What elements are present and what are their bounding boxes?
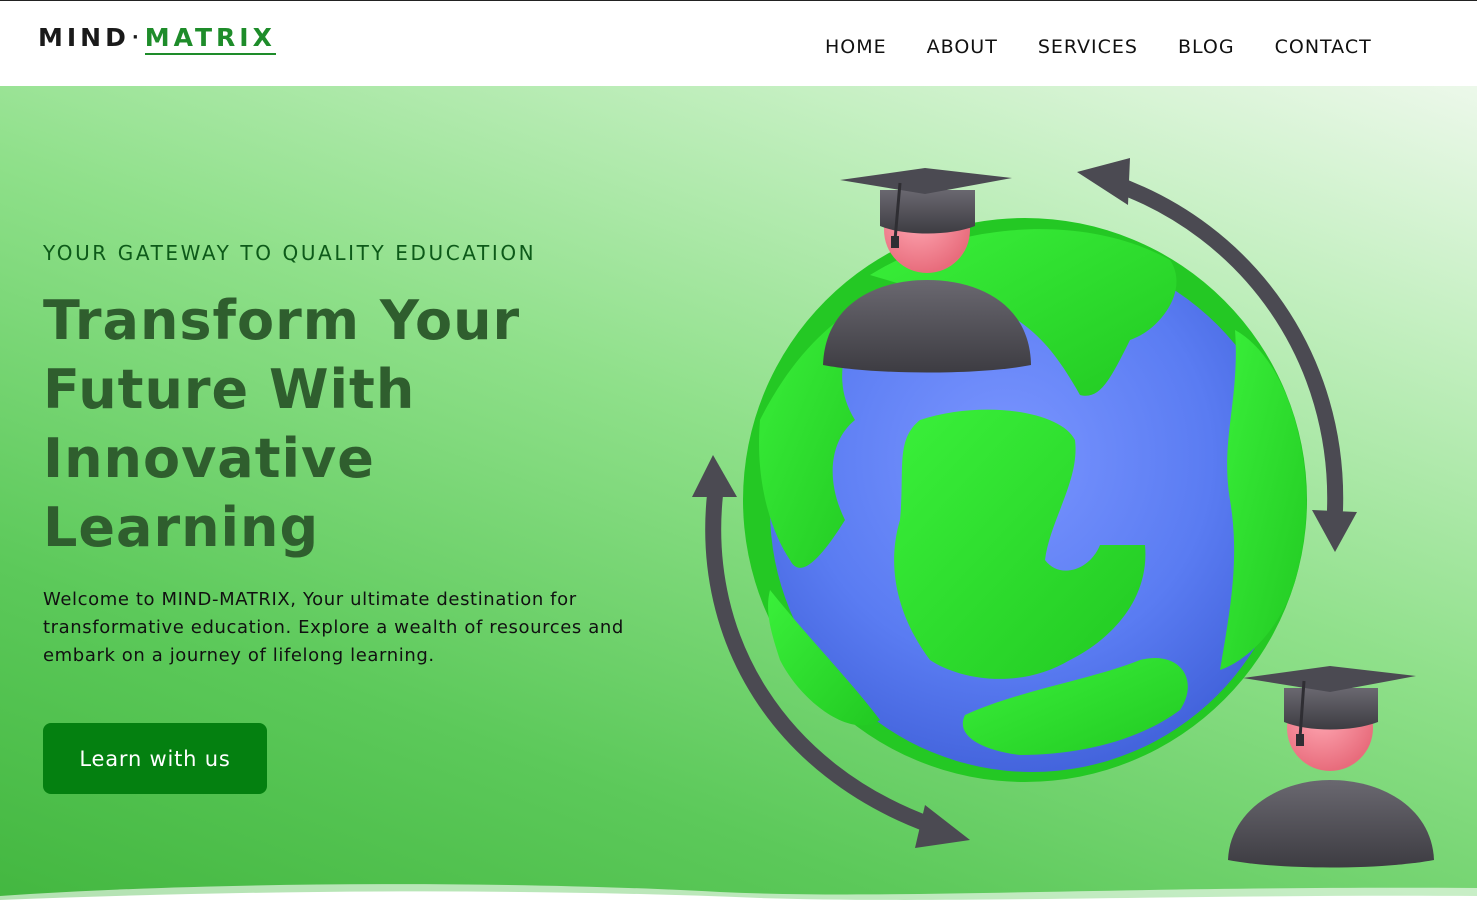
brand-logo[interactable]: MIND · MATRIX	[38, 23, 276, 55]
nav-services[interactable]: SERVICES	[1038, 35, 1138, 59]
headline-line: Future With	[43, 358, 416, 421]
headline-line: Learning	[43, 496, 320, 559]
logo-text-mind: MIND	[38, 23, 130, 52]
nav-about[interactable]: ABOUT	[927, 35, 998, 59]
hero-headline: Transform Your Future With Innovative Le…	[43, 286, 603, 562]
intro-line: Welcome to MIND-MATRIX, Your ultimate de…	[43, 589, 577, 610]
hero-intro: Welcome to MIND-MATRIX, Your ultimate de…	[43, 586, 643, 670]
graduate-bottom-icon	[1228, 666, 1434, 868]
globe-graduates-illustration	[692, 158, 1434, 868]
site-header: MIND · MATRIX HOME ABOUT SERVICES BLOG C…	[0, 1, 1477, 86]
nav-contact[interactable]: CONTACT	[1275, 35, 1372, 59]
learn-with-us-button[interactable]: Learn with us	[43, 723, 267, 794]
hero-eyebrow: YOUR GATEWAY TO QUALITY EDUCATION	[43, 241, 537, 265]
hero-bottom-wave	[0, 884, 1477, 904]
nav-home[interactable]: HOME	[825, 35, 887, 59]
headline-line: Innovative	[43, 427, 375, 490]
nav-blog[interactable]: BLOG	[1178, 35, 1235, 59]
hero-section: YOUR GATEWAY TO QUALITY EDUCATION Transf…	[0, 86, 1477, 904]
globe-icon	[743, 218, 1307, 782]
intro-line: embark on a journey of lifelong learning…	[43, 645, 435, 666]
headline-line: Transform Your	[43, 289, 521, 352]
logo-separator: ·	[131, 27, 143, 48]
main-nav: HOME ABOUT SERVICES BLOG CONTACT	[825, 35, 1372, 59]
intro-line: transformative education. Explore a weal…	[43, 617, 624, 638]
logo-text-matrix: MATRIX	[144, 23, 276, 55]
